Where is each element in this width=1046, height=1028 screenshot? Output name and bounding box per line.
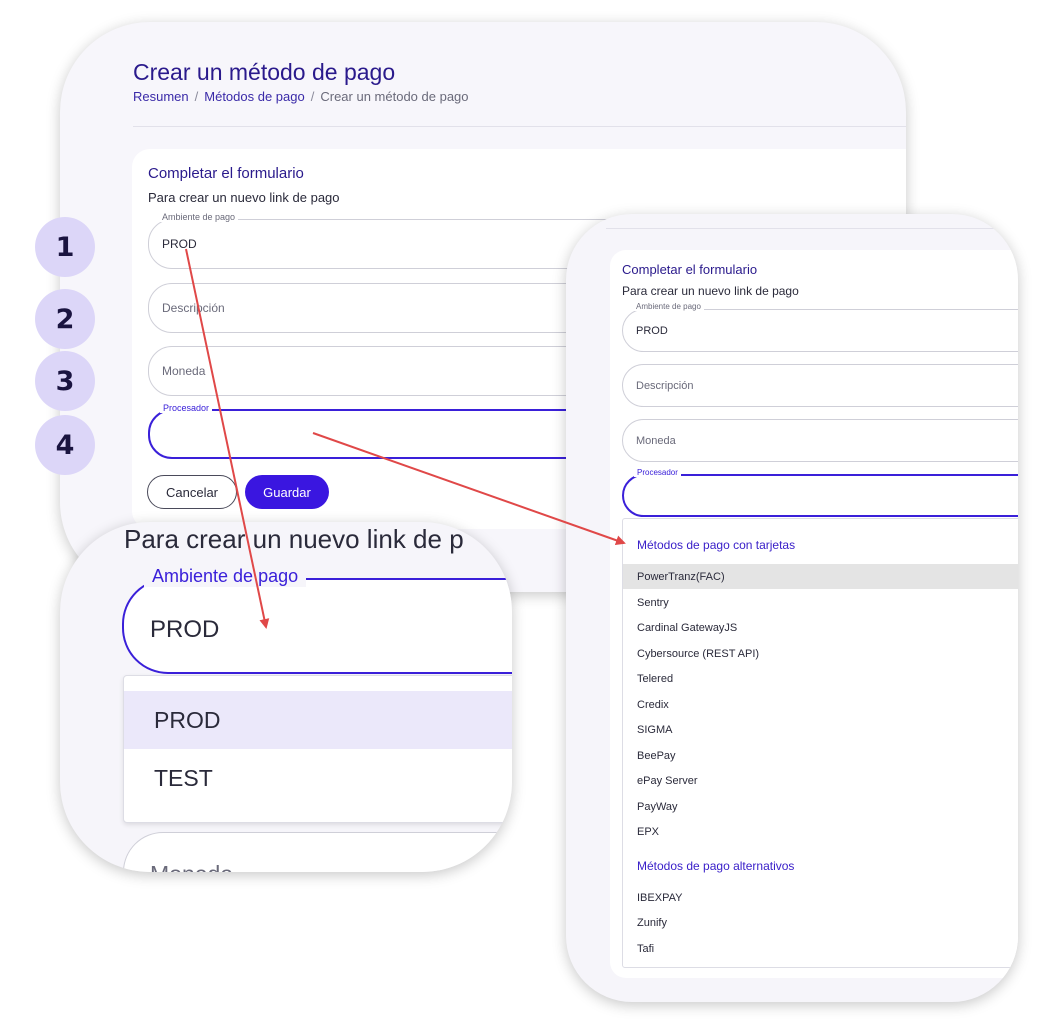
form-subtitle: Para crear un nuevo link de pago [148, 190, 340, 205]
step-badge-1: 1 [35, 217, 95, 277]
step-badge-4: 4 [35, 415, 95, 475]
processor-option[interactable]: BeePay [623, 743, 1018, 768]
breadcrumb-current: Crear un método de pago [320, 89, 469, 104]
environment-zoom-panel: Para crear un nuevo link de p Ambiente d… [60, 522, 512, 872]
processor-option[interactable]: PowerTranz(FAC) [623, 564, 1018, 589]
processor-option[interactable]: Credix [623, 692, 1018, 717]
processor-option[interactable]: Cardinal GatewayJS [623, 615, 1018, 640]
zoom-currency-field[interactable]: Moneda [123, 832, 512, 872]
processor-option[interactable]: ePay Server [623, 768, 1018, 793]
zoom-currency-placeholder: Moneda [636, 434, 676, 447]
zoom-environment-field[interactable]: Ambiente de pago PROD [122, 566, 512, 674]
group-card-methods: Métodos de pago con tarjetas [637, 538, 796, 552]
processor-option[interactable]: PayWay [623, 794, 1018, 819]
processor-option[interactable]: Telered [623, 666, 1018, 691]
environment-label: Ambiente de pago [159, 212, 239, 222]
zoom-processor-field[interactable]: Procesador [622, 468, 1018, 517]
zoom-description-field[interactable]: Descripción [622, 364, 1018, 407]
currency-placeholder: Moneda [162, 364, 206, 378]
description-placeholder: Descripción [162, 301, 225, 315]
breadcrumb-separator: / [194, 89, 199, 104]
save-button[interactable]: Guardar [245, 475, 329, 509]
zoom-environment-value: PROD [636, 324, 668, 337]
breadcrumb-resumen[interactable]: Resumen [133, 89, 189, 104]
step-badge-3: 3 [35, 351, 95, 411]
processor-option[interactable]: EPX [623, 819, 1018, 844]
processor-label: Procesador [160, 403, 213, 413]
processor-option[interactable]: SIGMA [623, 717, 1018, 742]
divider [606, 228, 1018, 229]
environment-value: PROD [162, 237, 197, 251]
group-alternative-methods: Métodos de pago alternativos [637, 859, 795, 873]
zoom-subtitle: Para crear un nuevo link de p [124, 524, 464, 554]
zoom-form-subtitle: Para crear un nuevo link de pago [622, 284, 799, 298]
breadcrumb: Resumen / Métodos de pago / Crear un método … [133, 89, 469, 104]
zoom-currency-placeholder: Moneda [150, 861, 233, 872]
zoom-description-placeholder: Descripción [636, 379, 694, 392]
step-badge-2: 2 [35, 289, 95, 349]
processor-dropdown: Métodos de pago con tarjetas PowerTranz(… [622, 518, 1018, 968]
processor-option[interactable]: Sentry [623, 590, 1018, 615]
zoom-form-title: Completar el formulario [622, 262, 758, 277]
zoom-environment-label: Ambiente de pago [633, 302, 704, 311]
environment-option-prod[interactable]: PROD [124, 691, 512, 749]
zoom-environment-value: PROD [150, 616, 220, 643]
breadcrumb-metodos-de-pago[interactable]: Métodos de pago [204, 89, 304, 104]
processor-zoom-panel: Completar el formulario Para crear un nu… [566, 214, 1018, 1002]
divider [133, 126, 906, 127]
processor-option[interactable]: Tafi [623, 936, 1018, 961]
processor-option[interactable]: Cybersource (REST API) [623, 641, 1018, 666]
form-title: Completar el formulario [148, 165, 304, 182]
breadcrumb-separator: / [310, 89, 315, 104]
zoom-processor-label: Procesador [634, 468, 681, 477]
environment-dropdown: PROD TEST [123, 675, 512, 823]
environment-option-test[interactable]: TEST [124, 749, 512, 807]
zoom-environment-field[interactable]: Ambiente de pago PROD [622, 302, 1018, 352]
zoom-environment-label: Ambiente de pago [144, 566, 307, 587]
processor-option[interactable]: Zunify [623, 910, 1018, 935]
page-title: Crear un método de pago [133, 59, 396, 85]
cancel-button[interactable]: Cancelar [147, 475, 237, 509]
zoom-currency-field[interactable]: Moneda [622, 419, 1018, 462]
processor-option[interactable]: IBEXPAY [623, 885, 1018, 910]
